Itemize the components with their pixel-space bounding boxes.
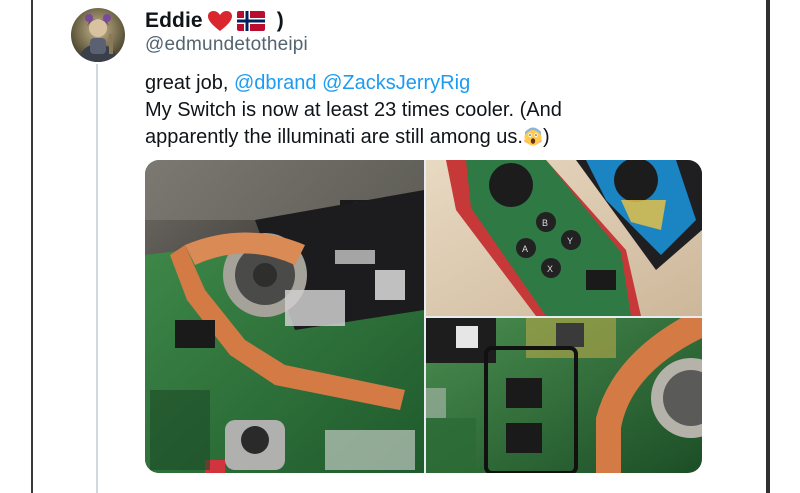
- author-name-row[interactable]: Eddie ): [145, 8, 284, 34]
- avatar-image: [71, 8, 125, 62]
- tweet-text-close-paren: ): [542, 126, 550, 148]
- author-name-suffix: ): [276, 9, 284, 32]
- heart-icon: [207, 11, 232, 31]
- svg-text:A: A: [522, 244, 528, 254]
- norway-flag-icon: [236, 11, 265, 31]
- photo-circuit-board: [426, 318, 702, 473]
- tweet-text-line-1: great job, @dbrand @ZacksJerryRig: [145, 70, 765, 97]
- right-border: [766, 0, 770, 493]
- author-handle[interactable]: @edmundetotheipi: [145, 34, 308, 56]
- tweet-text-line-3: apparently the illuminati are still amon…: [145, 124, 765, 151]
- avatar[interactable]: [71, 8, 125, 62]
- tweet-text: great job, @dbrand @ZacksJerryRig My Swi…: [145, 70, 765, 151]
- screenshot-frame: Eddie ) @edmundetotheipi great job, @dbr…: [0, 0, 800, 493]
- author-display-name[interactable]: Eddie: [145, 9, 203, 33]
- tweet-text-line-3-body: apparently the illuminati are still amon…: [145, 126, 523, 148]
- media-photo-2[interactable]: B Y A X: [426, 160, 702, 316]
- media-photo-3[interactable]: [426, 318, 702, 473]
- screaming-face-icon: [523, 127, 543, 146]
- photo-joycon: B Y A X: [426, 160, 702, 316]
- mention-dbrand[interactable]: @dbrand: [234, 72, 317, 94]
- media-grid: B Y A X: [145, 160, 702, 473]
- tweet-text-line-2: My Switch is now at least 23 times coole…: [145, 99, 562, 121]
- mention-zacksjerryrig[interactable]: @ZacksJerryRig: [322, 72, 470, 94]
- photo-console-interior: [145, 160, 424, 473]
- svg-text:Y: Y: [567, 236, 573, 246]
- media-photo-1[interactable]: [145, 160, 424, 473]
- thread-line: [96, 64, 98, 493]
- tweet-text-prefix: great job,: [145, 72, 234, 94]
- tweet-card: Eddie ) @edmundetotheipi great job, @dbr…: [33, 0, 766, 493]
- svg-text:X: X: [547, 264, 553, 274]
- svg-text:B: B: [542, 218, 548, 228]
